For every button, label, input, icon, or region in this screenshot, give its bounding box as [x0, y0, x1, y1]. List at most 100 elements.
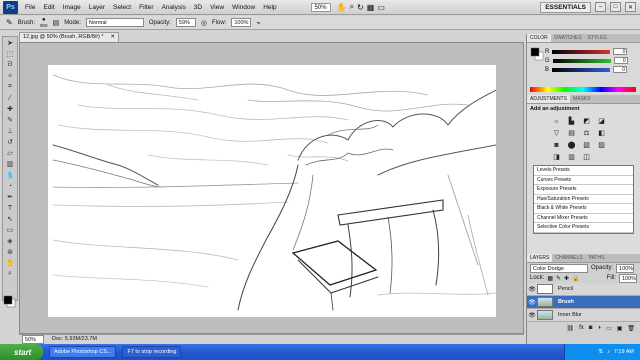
clone-stamp-tool-icon[interactable]: ⊥: [4, 126, 16, 136]
tray-volume-icon[interactable]: ♪: [607, 349, 610, 355]
tab-layers[interactable]: LAYERS: [527, 254, 553, 262]
fg-bg-color-icon[interactable]: [530, 47, 544, 61]
document-canvas[interactable]: [48, 65, 496, 317]
lock-all-icon[interactable]: 🔒: [572, 275, 579, 282]
taskbar-item-recording[interactable]: F7 to stop recording: [122, 346, 182, 358]
blur-tool-icon[interactable]: 💧: [4, 170, 16, 180]
gradient-map-icon[interactable]: ▥: [566, 152, 577, 162]
pressure-opacity-icon[interactable]: ◎: [201, 19, 207, 27]
tab-channels[interactable]: CHANNELS: [552, 254, 585, 262]
tab-color[interactable]: COLOR: [527, 34, 551, 42]
blend-mode-select[interactable]: Color Dodge: [530, 263, 588, 273]
healing-tool-icon[interactable]: ✚: [4, 104, 16, 114]
tray-network-icon[interactable]: ⇅: [598, 349, 603, 355]
link-layers-icon[interactable]: ⛓: [566, 325, 574, 332]
arrange-documents-icon[interactable]: ▦: [367, 3, 375, 12]
workspace-switcher[interactable]: ESSENTIALS: [540, 1, 591, 13]
layer-row-pencil[interactable]: 👁 Pencil: [527, 283, 640, 296]
curves-icon[interactable]: ◩: [581, 116, 592, 126]
preset-exposure[interactable]: Exposure Presets: [534, 185, 633, 195]
menu-image[interactable]: Image: [59, 4, 85, 11]
zoom-field[interactable]: 50%: [22, 334, 44, 344]
crop-tool-icon[interactable]: ⌗: [4, 82, 16, 92]
new-adjustment-icon[interactable]: ◑: [597, 325, 601, 332]
move-tool-icon[interactable]: ➤: [4, 38, 16, 48]
brush-tool-icon[interactable]: ✎: [4, 115, 16, 125]
delete-layer-icon[interactable]: 🗑: [627, 325, 635, 332]
preset-channel-mixer[interactable]: Channel Mixer Presets: [534, 214, 633, 223]
menu-view[interactable]: View: [206, 4, 228, 11]
start-button[interactable]: start: [0, 344, 43, 360]
dodge-tool-icon[interactable]: ◔: [4, 181, 16, 191]
tab-masks[interactable]: MASKS: [570, 95, 594, 103]
layer-row-inner-blur[interactable]: 👁 Inner Blur: [527, 309, 640, 322]
opacity-field[interactable]: 59%: [175, 18, 196, 27]
quick-select-tool-icon[interactable]: ✧: [4, 71, 16, 81]
invert-icon[interactable]: ▧: [581, 140, 592, 150]
rotate-view-icon[interactable]: ↻: [357, 3, 364, 12]
photo-filter-icon[interactable]: ◙: [551, 140, 562, 150]
toggle-brush-panel-icon[interactable]: ▤: [53, 19, 60, 27]
lock-image-icon[interactable]: ✎: [556, 275, 561, 282]
layer-row-brush[interactable]: 👁 Brush: [527, 296, 640, 309]
lasso-tool-icon[interactable]: ᘐ: [4, 60, 16, 70]
minimize-icon[interactable]: –: [595, 2, 606, 12]
new-group-icon[interactable]: ▭: [606, 325, 612, 332]
menu-file[interactable]: File: [21, 4, 39, 11]
color-ramp[interactable]: [530, 87, 636, 92]
hand-tool-icon[interactable]: ✋: [337, 3, 347, 12]
type-tool-icon[interactable]: T: [4, 203, 16, 213]
color-balance-icon[interactable]: ⚖: [581, 128, 592, 138]
screen-mode-icon[interactable]: ▭: [377, 3, 385, 12]
menu-layer[interactable]: Layer: [85, 4, 109, 11]
tab-swatches[interactable]: SWATCHES: [551, 34, 585, 42]
preset-selective-color[interactable]: Selective Color Presets: [534, 223, 633, 233]
brightness-icon[interactable]: ☼: [551, 116, 562, 126]
zoom-tool-icon[interactable]: ⌕: [350, 2, 354, 12]
menu-window[interactable]: Window: [228, 4, 259, 11]
menu-3d[interactable]: 3D: [190, 4, 206, 11]
green-value[interactable]: 0: [613, 57, 628, 64]
hand-tool-icon[interactable]: ✋: [4, 258, 16, 268]
lock-transparent-icon[interactable]: ▦: [547, 275, 553, 282]
green-slider-track[interactable]: [552, 58, 611, 63]
path-select-tool-icon[interactable]: ↖: [4, 214, 16, 224]
preset-curves[interactable]: Curves Presets: [534, 176, 633, 185]
menu-edit[interactable]: Edit: [39, 4, 58, 11]
document-tab[interactable]: 12.jpg @ 50% (Brush, RGB/8#) * ✕: [19, 32, 119, 42]
mode-select[interactable]: Normal: [85, 18, 144, 27]
history-brush-tool-icon[interactable]: ↺: [4, 137, 16, 147]
pen-tool-icon[interactable]: ✒: [4, 192, 16, 202]
menu-analysis[interactable]: Analysis: [158, 4, 190, 11]
taskbar-item-photoshop[interactable]: Adobe Photoshop CS...: [49, 346, 117, 358]
layer-opacity-field[interactable]: 100%: [616, 263, 635, 273]
preset-black-white[interactable]: Black & White Presets: [534, 204, 633, 214]
lock-position-icon[interactable]: ✚: [564, 275, 569, 282]
close-document-icon[interactable]: ✕: [110, 33, 118, 42]
shape-tool-icon[interactable]: ▭: [4, 225, 16, 235]
tab-paths[interactable]: PATHS: [586, 254, 608, 262]
color-swatches[interactable]: [3, 295, 16, 308]
blue-value[interactable]: 0: [613, 66, 628, 73]
add-mask-icon[interactable]: ◙: [589, 325, 593, 332]
close-icon[interactable]: ✕: [625, 2, 636, 12]
black-white-icon[interactable]: ◧: [596, 128, 607, 138]
threshold-icon[interactable]: ◨: [551, 152, 562, 162]
preset-hue-saturation[interactable]: Hue/Saturation Presets: [534, 195, 633, 204]
gradient-tool-icon[interactable]: ▥: [4, 159, 16, 169]
menu-select[interactable]: Select: [109, 4, 135, 11]
3d-rotate-tool-icon[interactable]: ◈: [4, 236, 16, 246]
selective-color-icon[interactable]: ◫: [581, 152, 592, 162]
3d-orbit-tool-icon[interactable]: ⊛: [4, 247, 16, 257]
menu-filter[interactable]: Filter: [135, 4, 157, 11]
new-layer-icon[interactable]: ▣: [617, 325, 623, 332]
flow-field[interactable]: 100%: [231, 18, 252, 27]
visibility-eye-icon[interactable]: 👁: [527, 312, 537, 319]
zoom-select[interactable]: 50%: [310, 2, 331, 12]
preset-levels[interactable]: Levels Presets: [534, 166, 633, 176]
posterize-icon[interactable]: ▨: [596, 140, 607, 150]
levels-icon[interactable]: ▙: [566, 116, 577, 126]
blue-slider-track[interactable]: [552, 67, 611, 72]
maximize-icon[interactable]: □: [610, 2, 621, 12]
visibility-eye-icon[interactable]: 👁: [527, 299, 537, 306]
